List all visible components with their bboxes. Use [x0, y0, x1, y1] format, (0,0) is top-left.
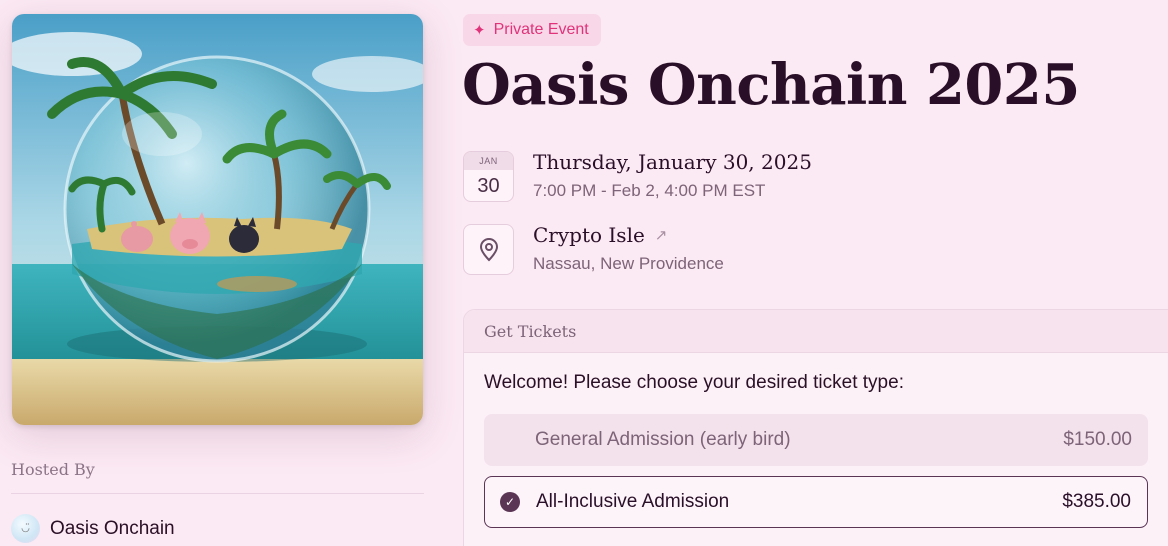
tickets-intro: Welcome! Please choose your desired tick…	[484, 372, 904, 393]
hosted-by-label: Hosted By	[11, 460, 95, 479]
divider	[11, 493, 424, 494]
host-name[interactable]: Oasis Onchain	[50, 518, 175, 540]
ticket-price: $150.00	[1063, 429, 1132, 450]
ticket-name: General Admission (early bird)	[535, 429, 791, 450]
check-circle-icon: ✓	[500, 492, 520, 512]
location-name[interactable]: Crypto Isle	[533, 223, 645, 247]
host-item[interactable]: ◡̈ Oasis Onchain	[11, 514, 175, 543]
event-time-range: 7:00 PM - Feb 2, 4:00 PM EST	[533, 181, 766, 200]
calendar-day: 30	[477, 175, 500, 197]
ticket-option-all-inclusive[interactable]: ✓ All-Inclusive Admission $385.00	[484, 476, 1148, 528]
badge-label: Private Event	[493, 21, 589, 38]
arrow-up-right-icon: ↗	[654, 227, 668, 244]
ticket-price: $385.00	[1062, 491, 1131, 512]
calendar-month: JAN	[464, 152, 513, 170]
map-pin-icon	[463, 224, 514, 275]
tickets-panel: Get Tickets Welcome! Please choose your …	[463, 309, 1168, 546]
sparkle-icon: ✦	[473, 21, 486, 39]
ticket-name: All-Inclusive Admission	[536, 491, 730, 512]
host-avatar: ◡̈	[11, 514, 40, 543]
location-region: Nassau, New Providence	[533, 254, 724, 273]
event-date: Thursday, January 30, 2025	[533, 150, 812, 174]
event-title: Oasis Onchain 2025	[462, 52, 1080, 118]
location-link[interactable]: Crypto Isle ↗	[533, 223, 667, 247]
calendar-icon: JAN 30	[463, 151, 514, 202]
ticket-option-general[interactable]: General Admission (early bird) $150.00	[484, 414, 1148, 466]
tickets-header: Get Tickets	[464, 310, 1168, 353]
private-event-badge: ✦ Private Event	[463, 14, 601, 46]
event-cover-image	[12, 14, 423, 425]
